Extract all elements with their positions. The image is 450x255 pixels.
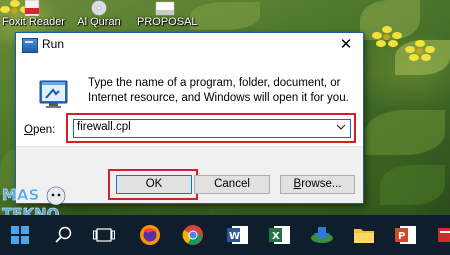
pdf-icon (21, 0, 43, 17)
chrome-icon (182, 225, 203, 245)
start-button[interactable] (0, 215, 40, 255)
yellow-flower (405, 40, 435, 62)
desktop-icon-al-quran[interactable]: Al Quran (74, 0, 124, 30)
open-combobox[interactable]: firewall.cpl (73, 119, 351, 138)
leaf-decoration (380, 165, 445, 205)
folder-icon (154, 0, 176, 16)
search-icon (55, 226, 72, 243)
open-label-access-key: O (24, 124, 33, 136)
open-input[interactable]: firewall.cpl (77, 121, 131, 133)
desktop-icon-label: Al Quran (77, 16, 121, 28)
excel-icon: X (269, 226, 290, 244)
unknown-app-icon (438, 228, 450, 242)
chrome-taskbar-button[interactable] (173, 215, 213, 255)
search-button[interactable] (44, 215, 84, 255)
file-explorer-icon (354, 229, 374, 243)
run-description: Type the name of a program, folder, docu… (88, 77, 349, 104)
ok-button[interactable]: OK (116, 175, 192, 194)
word-taskbar-button[interactable]: W (218, 215, 258, 255)
svg-text:X: X (272, 231, 280, 242)
excel-taskbar-button[interactable]: X (260, 215, 300, 255)
dialog-title: Run (42, 37, 65, 51)
desktop-icon-foxit-reader[interactable]: Foxit Reader (2, 0, 65, 30)
disc-icon (88, 0, 110, 16)
task-view-icon (93, 228, 115, 242)
idm-icon (311, 227, 333, 243)
start-icon (11, 226, 29, 244)
leaf-decoration (190, 2, 260, 30)
firefox-icon (140, 225, 160, 245)
run-app-icon (22, 38, 38, 53)
run-dialog: Run ✕ Type the name of a program, folder… (15, 32, 364, 204)
svg-text:MAS: MAS (2, 186, 39, 204)
idm-taskbar-button[interactable] (302, 215, 342, 255)
file-explorer-taskbar-button[interactable] (344, 215, 384, 255)
close-button[interactable]: ✕ (331, 33, 361, 55)
run-icon (37, 77, 70, 110)
cancel-button[interactable]: Cancel (194, 175, 270, 194)
browse-button[interactable]: Browse... (280, 175, 355, 194)
svg-text:W: W (229, 231, 240, 242)
word-icon: W (227, 226, 248, 244)
taskbar: W X P (0, 215, 450, 255)
browse-label: rowse... (301, 178, 342, 190)
open-label-text: pen: (32, 124, 56, 136)
desktop-icon-label: Foxit Reader (2, 16, 65, 28)
firefox-taskbar-button[interactable] (130, 215, 170, 255)
title-bar[interactable]: Run ✕ (16, 33, 363, 57)
desktop-icon-label: PROPOSAL (137, 16, 198, 28)
leaf-decoration (365, 110, 445, 155)
powerpoint-taskbar-button[interactable]: P (386, 215, 426, 255)
unknown-app-taskbar-button[interactable] (426, 215, 450, 255)
open-label: Open: (24, 124, 55, 136)
chevron-down-icon[interactable] (335, 120, 347, 137)
yellow-flower (372, 26, 402, 48)
svg-text:P: P (398, 231, 405, 242)
powerpoint-icon: P (395, 226, 416, 244)
task-view-button[interactable] (84, 215, 124, 255)
desktop-icon-proposal[interactable]: PROPOSAL (137, 0, 198, 30)
